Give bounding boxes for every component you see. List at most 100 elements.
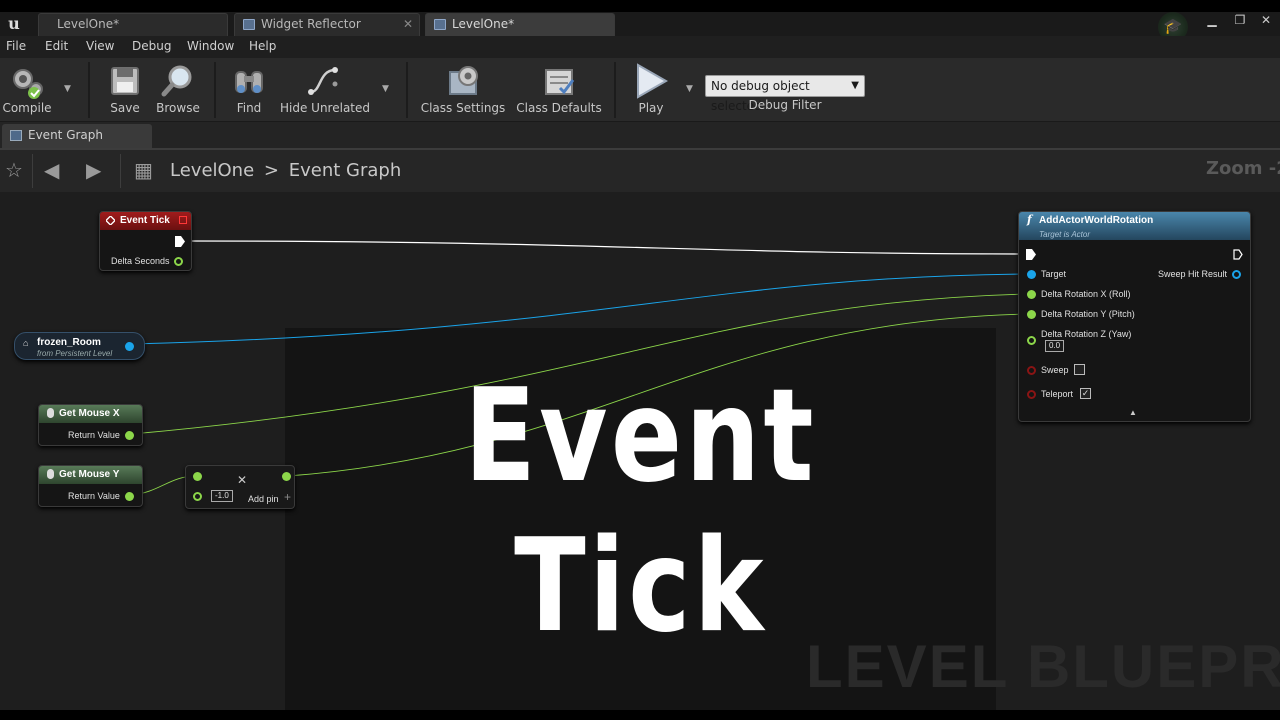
- frozen-room-node[interactable]: ⌂ frozen_Room from Persistent Level: [14, 332, 145, 360]
- actor-icon: ⌂: [23, 338, 29, 348]
- exec-in-pin[interactable]: [1026, 249, 1036, 260]
- toolbar-separator: [88, 62, 90, 118]
- hide-unrelated-label: Hide Unrelated: [280, 101, 371, 115]
- menu-debug[interactable]: Debug: [132, 39, 171, 53]
- compile-dropdown-icon[interactable]: ▼: [64, 84, 71, 94]
- teleport-checkbox[interactable]: ✓: [1080, 388, 1091, 399]
- multiply-node[interactable]: ✕ -1.0 Add pin +: [185, 465, 295, 509]
- return-value-pin[interactable]: [125, 492, 134, 501]
- close-window-icon[interactable]: ✕: [1254, 12, 1278, 30]
- sweep-pin[interactable]: [1027, 366, 1036, 375]
- delta-seconds-pin[interactable]: [174, 257, 183, 266]
- top-strip: [0, 0, 1280, 12]
- get-mouse-y-node[interactable]: Get Mouse Y Return Value: [38, 465, 143, 507]
- exec-wire: [185, 240, 1029, 255]
- class-settings-icon: [449, 66, 478, 95]
- chevron-down-icon: ▼: [851, 80, 859, 91]
- close-icon[interactable]: ✕: [403, 14, 413, 35]
- class-defaults-label: Class Defaults: [516, 101, 602, 115]
- bottom-strip: [0, 710, 1280, 720]
- overlay-title-line-1: Event: [464, 362, 817, 511]
- class-defaults-button[interactable]: Class Defaults: [514, 58, 604, 120]
- class-settings-button[interactable]: Class Settings: [420, 58, 506, 120]
- unreal-logo-icon[interactable]: u: [4, 14, 24, 34]
- menu-help[interactable]: Help: [249, 39, 276, 53]
- collapse-arrow-icon[interactable]: ▲: [1129, 408, 1137, 417]
- pin-label: Delta Seconds: [111, 256, 170, 266]
- add-pin-plus-icon[interactable]: +: [284, 490, 291, 504]
- node-title: Get Mouse X: [59, 408, 120, 419]
- delta-rotation-z-pin[interactable]: [1027, 336, 1036, 345]
- zoom-level: Zoom -2: [1206, 158, 1280, 179]
- tab-label: Widget Reflector: [261, 17, 361, 31]
- menu-edit[interactable]: Edit: [45, 39, 68, 53]
- play-label: Play: [638, 101, 664, 115]
- hide-unrelated-button[interactable]: Hide Unrelated: [280, 58, 371, 120]
- tab-widget-reflector[interactable]: Widget Reflector ✕: [234, 13, 420, 36]
- sweep-checkbox[interactable]: [1074, 364, 1085, 375]
- yaw-value-field[interactable]: 0.0: [1045, 340, 1065, 352]
- breadcrumb-root[interactable]: LevelOne: [170, 160, 254, 181]
- get-mouse-x-node[interactable]: Get Mouse X Return Value: [38, 404, 143, 446]
- tab-event-graph[interactable]: Event Graph: [2, 124, 152, 148]
- compile-label: Compile: [2, 101, 52, 115]
- hide-unrelated-icon: [308, 67, 338, 95]
- compile-button[interactable]: Compile: [2, 58, 52, 120]
- multiply-symbol-icon: ✕: [237, 473, 248, 487]
- delegate-pin-icon[interactable]: [179, 216, 187, 224]
- tab-levelone-2[interactable]: LevelOne*: [425, 13, 615, 36]
- delta-rotation-y-pin[interactable]: [1027, 310, 1036, 319]
- separator: [120, 154, 121, 188]
- play-icon: [637, 63, 669, 99]
- delta-rotation-x-pin[interactable]: [1027, 290, 1036, 299]
- breadcrumb-leaf[interactable]: Event Graph: [289, 160, 402, 181]
- exec-out-pin[interactable]: [1233, 249, 1243, 260]
- toolbar: Compile ▼ Save Browse Find Hide Unrelate…: [0, 58, 1280, 122]
- forward-arrow-icon[interactable]: ▶: [86, 158, 101, 182]
- menu-file[interactable]: File: [6, 39, 26, 53]
- node-header: Get Mouse Y: [39, 466, 142, 484]
- node-header: Event Tick: [100, 212, 191, 230]
- debug-object-select[interactable]: No debug object selected ▼: [705, 75, 865, 113]
- multiply-value-field[interactable]: -1.0: [211, 490, 233, 502]
- find-label: Find: [236, 101, 262, 115]
- graph-overview-icon[interactable]: ▦: [134, 158, 153, 182]
- teleport-pin[interactable]: [1027, 390, 1036, 399]
- toolbar-separator: [406, 62, 408, 118]
- save-label: Save: [110, 101, 140, 115]
- play-button[interactable]: Play: [626, 58, 676, 120]
- target-pin[interactable]: [1027, 270, 1036, 279]
- breadcrumb-separator: >: [263, 160, 279, 181]
- maximize-icon[interactable]: ❐: [1228, 12, 1252, 30]
- menu-window[interactable]: Window: [187, 39, 234, 53]
- graph-tab-row: Event Graph: [0, 122, 1280, 148]
- browse-button[interactable]: Browse: [152, 58, 204, 120]
- pin-label: Return Value: [68, 491, 120, 501]
- node-title: AddActorWorldRotation: [1039, 215, 1154, 226]
- exec-out-pin[interactable]: [175, 236, 185, 247]
- play-dropdown-icon[interactable]: ▼: [686, 84, 693, 94]
- blueprint-graph-canvas[interactable]: Event Tick Delta Seconds ⌂ frozen_Room f…: [0, 192, 1280, 710]
- sweep-hit-result-pin[interactable]: [1232, 270, 1241, 279]
- class-settings-label: Class Settings: [420, 101, 506, 115]
- minimize-icon[interactable]: ▁: [1200, 12, 1224, 30]
- menu-view[interactable]: View: [86, 39, 114, 53]
- node-title: Get Mouse Y: [59, 469, 120, 480]
- tab-levelone-1[interactable]: LevelOne*: [38, 13, 228, 36]
- frozen-room-out-pin[interactable]: [125, 342, 134, 351]
- add-actor-world-rotation-node[interactable]: f AddActorWorldRotation Target is Actor …: [1018, 211, 1251, 422]
- breadcrumb: LevelOne > Event Graph: [170, 160, 401, 181]
- pin-label: Sweep: [1041, 365, 1069, 375]
- multiply-input-b-pin[interactable]: [193, 492, 202, 501]
- star-icon[interactable]: ☆: [5, 158, 23, 182]
- multiply-input-a-pin[interactable]: [193, 472, 202, 481]
- event-tick-node[interactable]: Event Tick Delta Seconds: [99, 211, 192, 271]
- return-value-pin[interactable]: [125, 431, 134, 440]
- breadcrumb-bar: ☆ ◀ ▶ ▦ LevelOne > Event Graph Zoom -2: [0, 148, 1280, 192]
- hide-unrelated-dropdown-icon[interactable]: ▼: [382, 84, 389, 94]
- add-pin-label[interactable]: Add pin: [248, 494, 279, 504]
- save-button[interactable]: Save: [100, 58, 150, 120]
- multiply-output-pin[interactable]: [282, 472, 291, 481]
- find-button[interactable]: Find: [224, 58, 274, 120]
- back-arrow-icon[interactable]: ◀: [44, 158, 59, 182]
